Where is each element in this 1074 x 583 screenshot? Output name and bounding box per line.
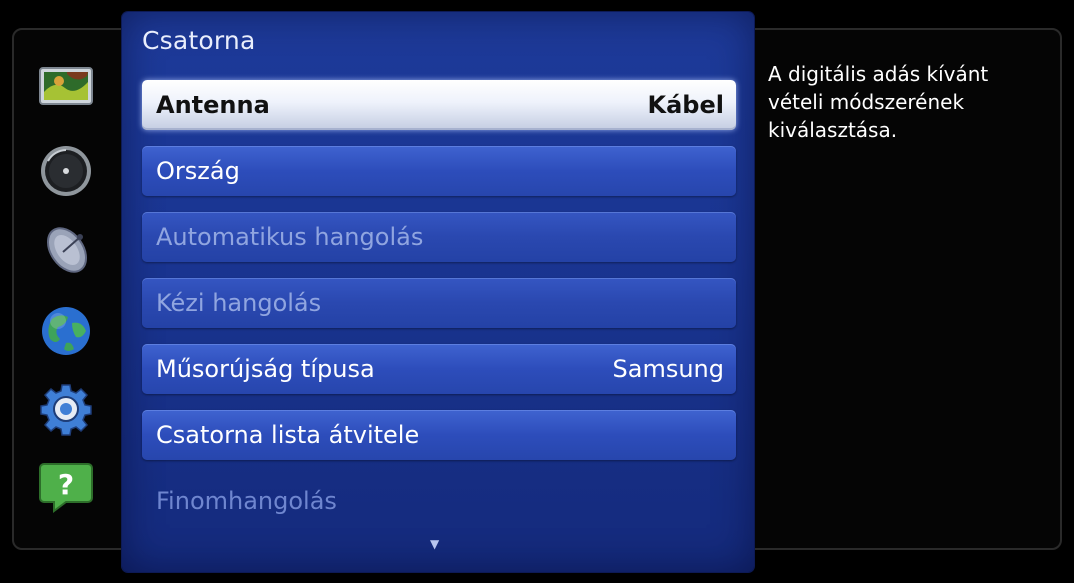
menu-item-label: Antenna bbox=[156, 91, 270, 119]
menu-item-guide-type[interactable]: Műsorújság típusa Samsung bbox=[142, 344, 736, 394]
menu-item-auto-tuning[interactable]: Automatikus hangolás bbox=[142, 212, 736, 262]
channel-satellite-icon[interactable] bbox=[36, 225, 96, 277]
help-description: A digitális adás kívánt vételi módszerén… bbox=[768, 62, 989, 142]
svg-text:?: ? bbox=[58, 468, 74, 501]
menu-item-label: Ország bbox=[156, 157, 240, 185]
menu-item-label: Műsorújság típusa bbox=[156, 355, 375, 383]
menu-item-manual-tuning[interactable]: Kézi hangolás bbox=[142, 278, 736, 328]
menu-item-label: Automatikus hangolás bbox=[156, 223, 424, 251]
menu-item-label: Csatorna lista átvitele bbox=[156, 421, 420, 449]
menu-item-antenna[interactable]: Antenna Kábel bbox=[142, 80, 736, 130]
menu-item-country[interactable]: Ország bbox=[142, 146, 736, 196]
picture-icon[interactable] bbox=[36, 60, 96, 112]
system-gear-icon[interactable] bbox=[36, 383, 96, 436]
support-help-icon[interactable]: ? bbox=[36, 460, 96, 513]
menu-item-channel-list-transfer[interactable]: Csatorna lista átvitele bbox=[142, 410, 736, 460]
menu-item-value: Samsung bbox=[612, 355, 724, 383]
menu-item-fine-tune[interactable]: Finomhangolás bbox=[142, 476, 736, 526]
menu-item-label: Finomhangolás bbox=[156, 487, 337, 515]
scroll-down-icon[interactable]: ▼ bbox=[430, 537, 439, 551]
channel-menu-panel: Csatorna Antenna Kábel Ország Automatiku… bbox=[122, 12, 754, 572]
panel-title: Csatorna bbox=[142, 26, 256, 55]
tv-menu-screen: ? Csatorna Antenna Kábel Ország Automati… bbox=[0, 0, 1074, 583]
category-icon-column: ? bbox=[28, 60, 108, 530]
menu-item-value: Kábel bbox=[647, 91, 724, 119]
sound-icon[interactable] bbox=[36, 145, 96, 197]
menu-item-label: Kézi hangolás bbox=[156, 289, 322, 317]
network-globe-icon[interactable] bbox=[36, 305, 96, 357]
